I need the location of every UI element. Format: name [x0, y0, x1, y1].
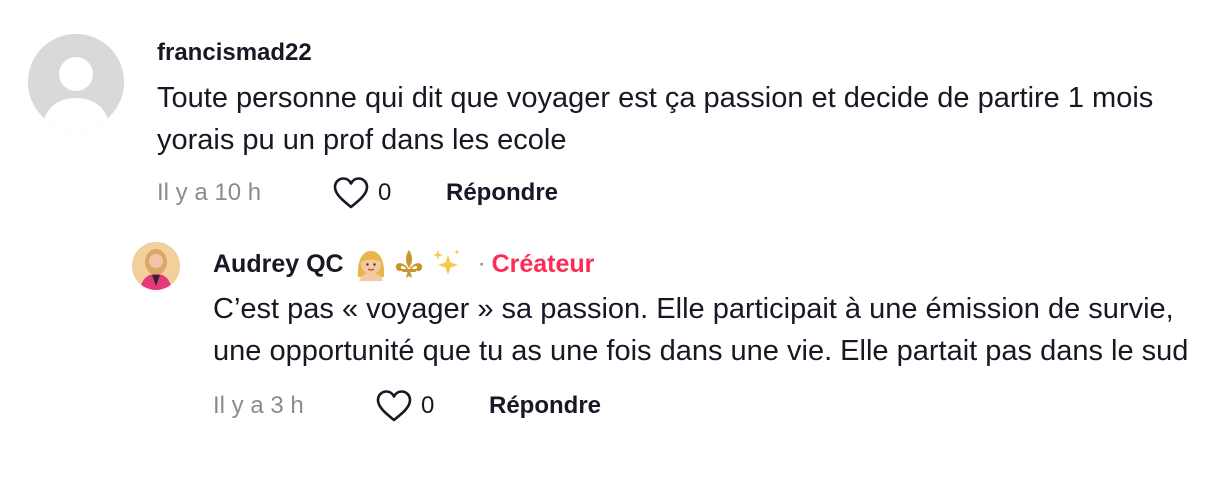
like-button[interactable]: 0 [332, 176, 446, 210]
fleur-de-lis-icon [395, 250, 422, 278]
default-avatar[interactable] [28, 34, 124, 130]
heart-outline-icon [333, 177, 369, 209]
profile-photo-icon [132, 242, 180, 290]
separator-dot: · [477, 250, 486, 277]
username-emojis [354, 247, 464, 281]
reply-header: Audrey QC · Créateur [213, 242, 1203, 286]
person-blond-hair-emoji-icon [357, 251, 384, 281]
creator-badge: Créateur [491, 249, 595, 278]
comment-body: francismad22 Toute personne qui dit que … [157, 34, 1197, 213]
like-count: 0 [378, 179, 392, 206]
reply-button[interactable]: Répondre [446, 179, 558, 207]
comment-username[interactable]: francismad22 [157, 38, 1197, 68]
reply-meta: Il y a 3 h 0 Répondre [213, 386, 1203, 426]
reply-button[interactable]: Répondre [489, 392, 601, 420]
sparkles-icon [432, 249, 460, 275]
like-button[interactable]: 0 [375, 389, 489, 423]
reply-text: C’est pas « voyager » sa passion. Elle p… [213, 293, 1189, 367]
comment-meta: Il y a 10 h 0 Répondre [157, 173, 1197, 213]
reply-username[interactable]: Audrey QC [213, 249, 344, 279]
user-silhouette-icon [28, 34, 124, 130]
like-count: 0 [421, 392, 435, 419]
reply-body: Audrey QC · Créateur C’est pas « voyager… [213, 242, 1203, 426]
comment-timestamp: Il y a 10 h [157, 179, 262, 206]
avatar[interactable] [132, 242, 180, 290]
reply-timestamp: Il y a 3 h [213, 392, 304, 419]
comment-text: Toute personne qui dit que voyager est ç… [157, 82, 1154, 156]
heart-outline-icon [376, 390, 412, 422]
